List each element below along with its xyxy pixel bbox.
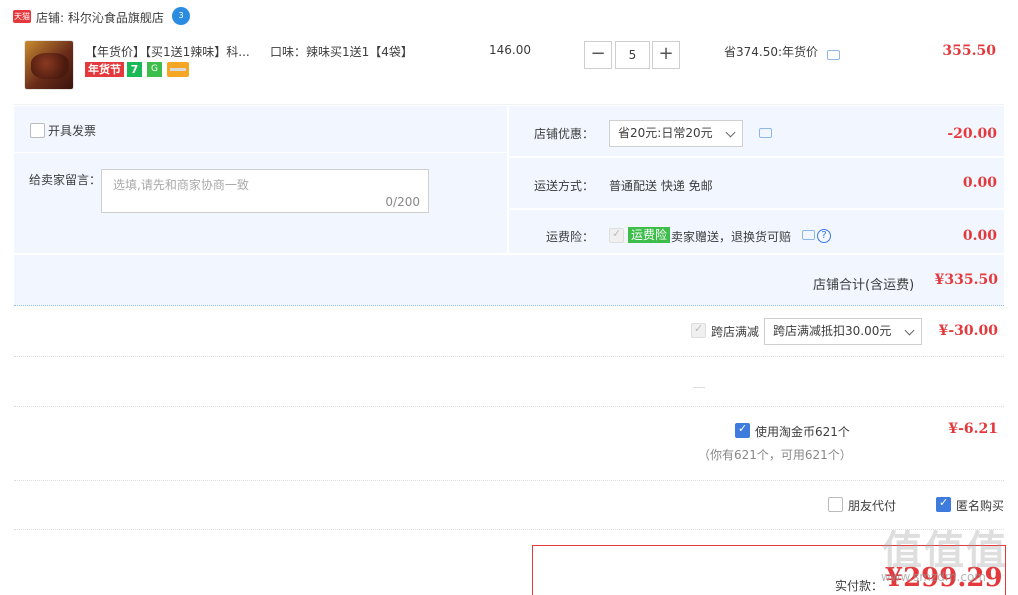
help-icon[interactable]: ?: [817, 229, 831, 243]
cross-store-amount: ¥-30.00: [938, 323, 998, 339]
quantity-minus-button[interactable]: −: [584, 41, 612, 69]
message-char-count: 0/200: [385, 195, 420, 209]
insurance-text: 卖家赠送，退换货可赔: [671, 230, 792, 244]
credit-card-icon: [167, 62, 189, 77]
store-total-amount: ¥335.50: [934, 272, 998, 288]
anonymous-label[interactable]: 匿名购买: [956, 497, 1004, 514]
taojinbi-amount: ¥-6.21: [948, 421, 998, 437]
shipping-label: 运送方式：: [534, 179, 595, 193]
payment-label: 实付款：: [835, 579, 884, 593]
insurance-label: 运费险：: [546, 230, 595, 244]
cross-store-checkbox: [691, 322, 706, 338]
taojinbi-checkbox[interactable]: [735, 422, 750, 438]
product-title[interactable]: 【年货价】【买1送1辣味】科...: [85, 43, 260, 60]
sku-info: 口味：辣味买1送1【4袋】: [270, 45, 413, 59]
shop-discount-label: 店铺优惠：: [534, 127, 595, 141]
insurance-checkbox: [609, 227, 624, 243]
left-divider: [14, 152, 507, 153]
tmall-logo: 天猫: [13, 10, 31, 23]
divider: [14, 356, 1004, 357]
total-divider: [14, 253, 1004, 255]
watermark-logo: 值值值: [882, 528, 1008, 574]
insurance-amount: 0.00: [962, 228, 997, 244]
unit-price: 146.00: [489, 43, 531, 57]
taojinbi-note: （你有621个，可用621个）: [698, 448, 852, 462]
nianhuojie-badge: 年货节: [85, 62, 124, 77]
watermark-url: www.smzdm.com: [880, 570, 986, 584]
store-name[interactable]: 店铺: 科尔沁食品旗舰店: [36, 9, 164, 26]
quantity-input[interactable]: 5: [615, 41, 650, 69]
invoice-label[interactable]: 开具发票: [48, 122, 96, 139]
cross-store-label: 跨店满减: [711, 325, 760, 339]
insurance-chat-icon[interactable]: [802, 230, 815, 240]
product-thumbnail[interactable]: [24, 40, 74, 90]
divider: [14, 480, 1004, 481]
shop-discount-select[interactable]: 省20元:日常20元: [609, 120, 743, 147]
anonymous-checkbox[interactable]: [936, 496, 951, 512]
cross-store-select[interactable]: 跨店满减抵扣30.00元: [764, 318, 922, 345]
divider: [14, 406, 1004, 407]
column-divider: [507, 106, 509, 253]
wangwang-icon[interactable]: 3: [172, 7, 190, 25]
seller-message-input[interactable]: 选填,请先和商家协商一致 0/200: [101, 169, 429, 213]
item-discount-text: 省374.50:年货价: [724, 45, 819, 59]
friend-pay-checkbox[interactable]: [828, 497, 843, 512]
shop-discount-amount: -20.00: [947, 126, 997, 142]
shipping-amount: 0.00: [962, 175, 997, 191]
shipping-method: 普通配送 快递 免邮: [609, 179, 713, 193]
message-placeholder: 选填,请先和商家协商一致: [113, 178, 249, 192]
placeholder-dash: [693, 387, 705, 388]
right-divider: [509, 208, 1004, 210]
friend-pay-label[interactable]: 朋友代付: [848, 497, 896, 514]
chevron-down-icon: [725, 127, 736, 138]
divider: [14, 529, 1004, 530]
chevron-down-icon: [904, 325, 915, 336]
shop-discount-info-icon[interactable]: [759, 128, 772, 138]
guarantee-icon: G: [147, 62, 162, 77]
message-label: 给卖家留言：: [29, 173, 102, 187]
seven-day-return-icon: 7: [127, 62, 142, 77]
item-subtotal: 355.50: [942, 43, 996, 59]
store-total-label: 店铺合计(含运费): [813, 278, 915, 293]
discount-info-icon[interactable]: [827, 50, 840, 60]
insurance-tag: 运费险: [628, 227, 671, 243]
right-divider: [509, 156, 1004, 158]
taojinbi-label[interactable]: 使用淘金币621个: [755, 423, 850, 440]
quantity-plus-button[interactable]: +: [652, 41, 680, 69]
invoice-checkbox[interactable]: [30, 123, 45, 138]
